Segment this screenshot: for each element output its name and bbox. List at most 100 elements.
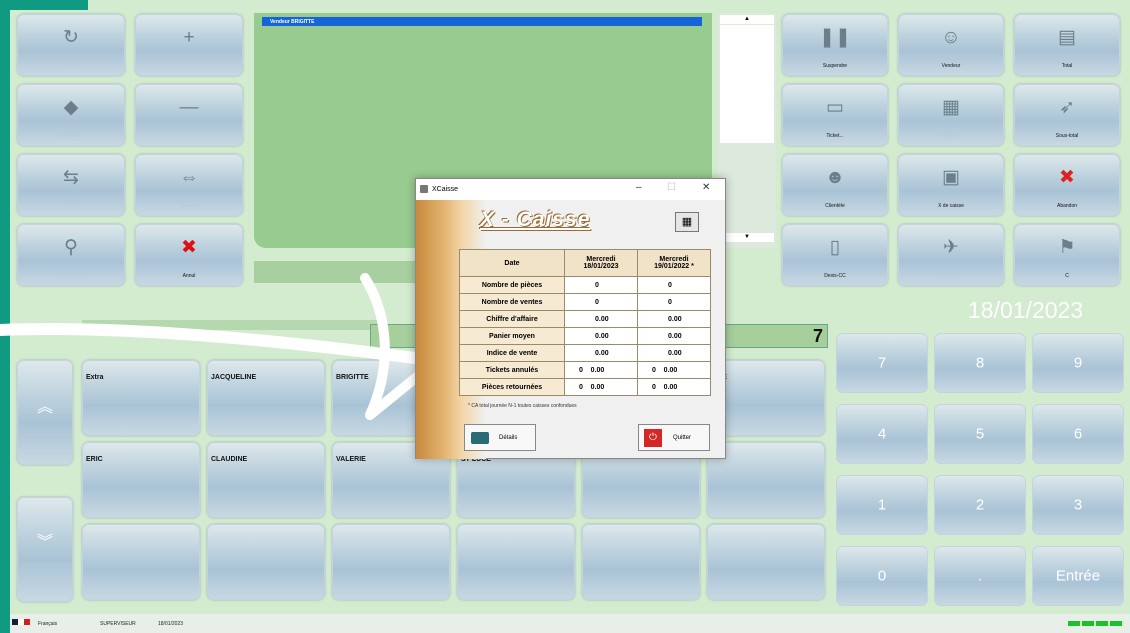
keypad-key-label: 7 [877, 354, 887, 372]
right_buttons-button-3[interactable]: ▭ Ticket... [782, 84, 888, 146]
left_buttons-button-3[interactable]: — [135, 84, 243, 146]
seller-button[interactable]: Extra [82, 360, 200, 436]
keypad-key[interactable]: 3 [1032, 475, 1124, 535]
stats-row: Tickets annulés 0 0.00 0 0.00 [459, 361, 711, 379]
vendor-icon: ☺ [941, 27, 961, 48]
quantity-value: 7 [812, 326, 823, 346]
col-current-header: Mercredi 18/01/2023 [564, 249, 638, 277]
stats-row: Panier moyen 0.00 0.00 [459, 327, 711, 345]
keypad-key[interactable]: 5 [934, 404, 1026, 464]
button-label: Ticket... [826, 133, 844, 139]
stats-row: Pièces retournées 0 0.00 0 0.00 [459, 378, 711, 396]
button-label: Abandon [1056, 203, 1078, 209]
scroll-track[interactable] [720, 25, 774, 143]
keypad-key[interactable]: 9 [1032, 333, 1124, 393]
seller-button[interactable] [332, 524, 450, 600]
keypad-key-label: 0 [877, 567, 887, 585]
left_buttons-button-7[interactable]: ✖ Annul [135, 224, 243, 286]
cash-register-icon: ▤ [1058, 27, 1076, 48]
seller-button[interactable] [207, 524, 325, 600]
tag-icon: ◆ [63, 97, 79, 118]
seller-button[interactable] [707, 524, 825, 600]
quit-button[interactable]: ⏻ Quitter [638, 424, 710, 451]
right_buttons-button-4[interactable]: ▦ Espèce [898, 84, 1004, 146]
seller-name: CLAUDINE [211, 456, 248, 463]
left_buttons-button-4[interactable]: ⇆ Rel [17, 154, 125, 216]
stats-value-current: 0.00 [564, 310, 638, 328]
ticket-vendor-line[interactable]: Vendeur BRIGITTE [262, 17, 702, 26]
date-display: 18/01/2023 [968, 297, 1084, 323]
left_buttons-button-0[interactable]: ↻ Eclater [17, 14, 125, 76]
left_buttons-button-1[interactable]: + [135, 14, 243, 76]
keypad-key[interactable]: 4 [836, 404, 928, 464]
page-up-button[interactable]: ︽ [17, 360, 73, 465]
left_buttons-button-6[interactable]: ⚲ Recherche [17, 224, 125, 286]
pause-icon: ❚❚ [819, 27, 851, 48]
right_buttons-button-2[interactable]: ▤ Total [1014, 14, 1120, 76]
right_buttons-button-11[interactable]: ⚑ C [1014, 224, 1120, 286]
right_buttons-button-9[interactable]: ▯ Devis-CC [782, 224, 888, 286]
details-button[interactable]: Détails [464, 424, 536, 451]
minus-icon: — [179, 97, 199, 118]
minimize-button[interactable]: – [636, 182, 642, 193]
stats-row-label: Nombre de ventes [459, 293, 565, 311]
button-label: Devis-CC [824, 273, 846, 279]
right_buttons-button-8[interactable]: ✖ Abandon [1014, 154, 1120, 216]
button-label: Espèce [942, 133, 960, 139]
right_buttons-button-5[interactable]: ➶ Sous-total [1014, 84, 1120, 146]
right_buttons-button-10[interactable]: ✈ Payeur [898, 224, 1004, 286]
dialog-title: XCaisse [432, 186, 459, 193]
top-edge-bar [0, 0, 88, 10]
print-button[interactable]: ▦ [675, 212, 699, 232]
seller-button[interactable]: CLAUDINE [207, 442, 325, 518]
stats-row: Nombre de pièces 0 0 [459, 276, 711, 294]
seller-button[interactable]: ERIC [82, 442, 200, 518]
seller-button[interactable] [457, 524, 575, 600]
page-down-button[interactable]: ︾ [17, 497, 73, 602]
keypad-key[interactable]: 0 [836, 546, 928, 606]
stats-row-label: Nombre de pièces [459, 276, 565, 294]
keypad-key-label: 8 [975, 354, 985, 372]
stats-value-current: 0 [564, 293, 638, 311]
right_buttons-button-6[interactable]: ☻ Clientèle [782, 154, 888, 216]
seller-name: ERIC [86, 456, 103, 463]
seller-button[interactable]: JACQUELINE [207, 360, 325, 436]
seller-button[interactable] [82, 524, 200, 600]
stats-value-previous: 0.00 [637, 344, 711, 362]
seller-button[interactable] [582, 524, 700, 600]
dialog-heading: X - Caisse [480, 208, 591, 231]
right_buttons-button-7[interactable]: ▣ X de caisse [898, 154, 1004, 216]
keypad-key[interactable]: . [934, 546, 1026, 606]
double-chevron-up-icon: ︽ [36, 399, 53, 416]
keypad-key[interactable]: 1 [836, 475, 928, 535]
scroll-down-button[interactable]: ▼ [720, 233, 774, 242]
keypad-key[interactable]: 6 [1032, 404, 1124, 464]
left_buttons-button-5[interactable]: ⇔ Quantité [135, 154, 243, 216]
status-date: 18/01/2023 [158, 621, 184, 627]
ticket-scrollbar[interactable]: ▲ ▼ [718, 13, 776, 248]
right_buttons-button-1[interactable]: ☺ Vendeur [898, 14, 1004, 76]
status-user: SUPERVISEUR [100, 621, 136, 627]
app-icon [420, 185, 428, 193]
right_buttons-button-0[interactable]: ❚❚ Suspendre [782, 14, 888, 76]
stats-value-current: 0 [564, 276, 638, 294]
close-button[interactable]: ✕ [702, 182, 710, 193]
stats-value-current: 0.00 [564, 344, 638, 362]
stats-row: Nombre de ventes 0 0 [459, 293, 711, 311]
plane-icon: ✈ [943, 237, 959, 258]
keypad-key[interactable]: 7 [836, 333, 928, 393]
keypad-key[interactable]: 8 [934, 333, 1026, 393]
keypad-key-label: . [977, 567, 983, 585]
details-label: Détails [499, 435, 518, 441]
keypad-key-label: 6 [1073, 425, 1083, 443]
keypad-key[interactable]: Entrée [1032, 546, 1124, 606]
left_buttons-button-2[interactable]: ◆ Remise [17, 84, 125, 146]
button-label: Recherche [58, 273, 84, 279]
button-label: Sous-total [1055, 133, 1079, 139]
button-label: Payeur [943, 273, 959, 279]
input-strip [82, 320, 382, 330]
ticket-icon: ▭ [826, 97, 844, 118]
scroll-up-button[interactable]: ▲ [720, 15, 774, 24]
maximize-button[interactable]: ☐ [667, 182, 676, 193]
keypad-key[interactable]: 2 [934, 475, 1026, 535]
